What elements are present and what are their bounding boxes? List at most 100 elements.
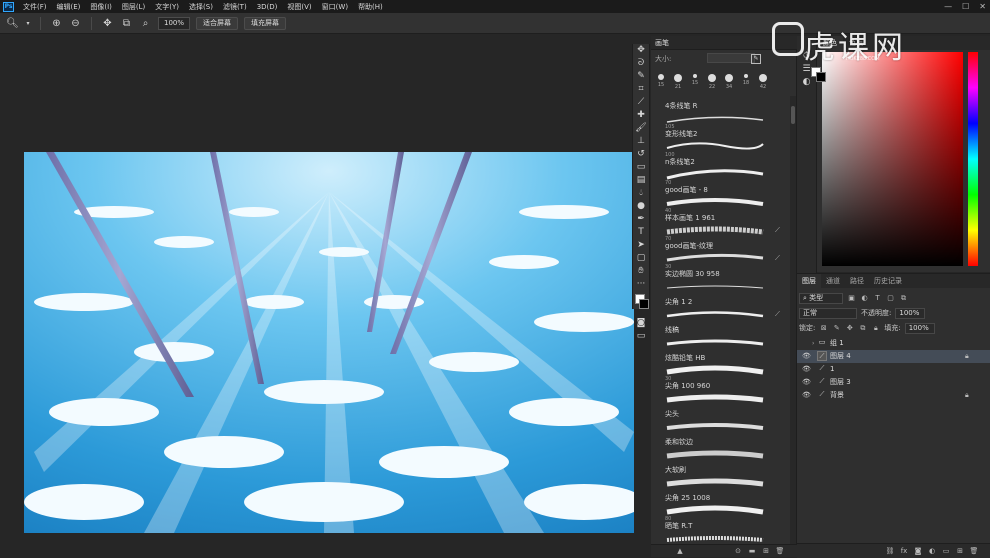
type-tool-icon[interactable]: T [633, 226, 649, 239]
lock-pixels-icon[interactable]: ✎ [832, 324, 841, 333]
more-tools-icon[interactable]: ··· [633, 278, 649, 291]
screen-mode-icon[interactable]: ▭ [633, 330, 649, 343]
color-picker-field[interactable] [811, 52, 963, 266]
zoom-value-field[interactable]: 100% [158, 16, 190, 30]
color-swatches[interactable] [633, 291, 649, 317]
brush-item[interactable]: 80 晒笔 R.T [651, 516, 789, 544]
recent-brush[interactable]: 15 [653, 74, 669, 96]
adjustment-layer-icon[interactable]: ◐ [927, 546, 937, 556]
layer-row[interactable]: 👁︎ ⟋ 图层 3 [797, 376, 990, 389]
zoom-out-icon[interactable]: ⊖ [69, 17, 82, 30]
dodge-tool-icon[interactable]: ● [633, 200, 649, 213]
eyedropper-tool-icon[interactable]: ⟋ [633, 96, 649, 109]
tab-color[interactable]: 颜色 [817, 36, 843, 50]
lock-all-icon[interactable]: 🔒︎ [871, 324, 880, 333]
brush-list-scrollbar[interactable] [790, 96, 796, 544]
filter-adjustment-icon[interactable]: ◐ [860, 294, 869, 303]
layer-row[interactable]: › ▭ 组 1 [797, 337, 990, 350]
fit-screen-button[interactable]: 适合屏幕 [196, 16, 238, 30]
blend-mode-select[interactable]: 正常 [799, 307, 857, 319]
hand-tool-icon[interactable]: ✋︎ [633, 265, 649, 278]
opacity-field[interactable]: 100% [895, 307, 926, 319]
lasso-tool-icon[interactable]: ᘐ [633, 57, 649, 70]
delete-layer-icon[interactable]: 🗑︎ [969, 546, 979, 556]
document-canvas[interactable] [24, 152, 634, 533]
eye-icon[interactable]: 👁︎ [802, 391, 811, 400]
menu-file[interactable]: 文件(F) [18, 2, 52, 12]
background-color-swatch[interactable] [816, 72, 826, 82]
menu-help[interactable]: 帮助(H) [353, 2, 388, 12]
filter-type-icon[interactable]: T [873, 294, 882, 303]
layer-row[interactable]: 👁︎ ⟋ 图层 4 🔒︎ [797, 350, 990, 363]
healing-brush-tool-icon[interactable]: ✚ [633, 109, 649, 122]
chevron-down-icon[interactable]: ▾ [25, 17, 31, 30]
eye-icon[interactable]: 👁︎ [802, 378, 811, 387]
fill-field[interactable]: 100% [904, 322, 935, 334]
filter-smart-object-icon[interactable]: ⧉ [899, 294, 908, 303]
minimize-icon[interactable]: — [944, 2, 952, 11]
recent-brush[interactable]: 15 [687, 74, 703, 96]
quick-mask-icon[interactable]: ◙ [633, 317, 649, 330]
tab-channels[interactable]: 通道 [821, 274, 845, 288]
menu-filter[interactable]: 滤镜(T) [218, 2, 252, 12]
new-group-icon[interactable]: ▭ [941, 546, 951, 556]
layer-row[interactable]: 👁︎ ⟋ 1 [797, 363, 990, 376]
toggle-preview-icon[interactable]: ⊙ [733, 546, 743, 556]
lock-position-icon[interactable]: ✥ [845, 324, 854, 333]
recent-brush[interactable]: 42 [755, 74, 771, 96]
new-group-icon[interactable]: ▬ [747, 546, 757, 556]
zoom-all-windows-icon[interactable]: ⧉ [120, 17, 133, 30]
menu-type[interactable]: 文字(Y) [150, 2, 184, 12]
gradient-tool-icon[interactable]: ▤ [633, 174, 649, 187]
tab-history[interactable]: 历史记录 [869, 274, 907, 288]
scrubby-zoom-icon[interactable]: ⌕ [139, 17, 152, 30]
move-tool-icon[interactable]: ✥ [633, 44, 649, 57]
brush-size-slider[interactable] [707, 53, 755, 63]
layer-style-icon[interactable]: fx [899, 546, 909, 556]
recent-brush[interactable]: 22 [704, 74, 720, 96]
scrollbar-thumb[interactable] [791, 106, 795, 124]
zoom-in-icon[interactable]: ⊕ [50, 17, 63, 30]
resize-windows-icon[interactable]: ✥ [101, 17, 114, 30]
brush-list[interactable]: 4条线笔 R 105 变形线笔2 100 n条线笔2 70 good画笔 - 8… [651, 96, 789, 544]
menu-select[interactable]: 选择(S) [184, 2, 218, 12]
recent-brush[interactable]: 18 [738, 74, 754, 96]
layer-row[interactable]: 👁︎ ⟋ 背景 🔒︎ [797, 389, 990, 402]
clone-stamp-tool-icon[interactable]: ⊥ [633, 135, 649, 148]
new-layer-icon[interactable]: ⊞ [955, 546, 965, 556]
new-brush-icon[interactable]: ✎ [751, 54, 761, 64]
pen-tool-icon[interactable]: ✒ [633, 213, 649, 226]
tab-swatches[interactable]: 色板 [843, 36, 869, 50]
size-small-icon[interactable]: ▲ [675, 546, 685, 556]
quick-select-tool-icon[interactable]: ✎ [633, 70, 649, 83]
close-icon[interactable]: ✕ [979, 2, 986, 11]
rectangle-tool-icon[interactable]: ▢ [633, 252, 649, 265]
crop-tool-icon[interactable]: ⌗ [633, 83, 649, 96]
brush-tool-icon[interactable]: 🖌︎ [633, 122, 649, 135]
recent-brush[interactable]: 34 [721, 74, 737, 96]
tab-paths[interactable]: 路径 [845, 274, 869, 288]
layer-filter-select[interactable]: ⌕ 类型 [799, 292, 843, 304]
zoom-tool-icon[interactable]: 🔍︎ [6, 17, 19, 30]
lock-artboard-icon[interactable]: ⧉ [858, 324, 867, 333]
tab-layers[interactable]: 图层 [797, 274, 821, 288]
menu-view[interactable]: 视图(V) [282, 2, 316, 12]
delete-brush-icon[interactable]: 🗑︎ [775, 546, 785, 556]
menu-window[interactable]: 窗口(W) [317, 2, 353, 12]
background-color-swatch[interactable] [639, 299, 649, 309]
recent-brush[interactable]: 21 [670, 74, 686, 96]
filter-shape-icon[interactable]: ▢ [886, 294, 895, 303]
history-brush-tool-icon[interactable]: ↺ [633, 148, 649, 161]
menu-edit[interactable]: 编辑(E) [52, 2, 86, 12]
lock-transparent-icon[interactable]: ⊠ [819, 324, 828, 333]
path-selection-tool-icon[interactable]: ➤ [633, 239, 649, 252]
eraser-tool-icon[interactable]: ▭ [633, 161, 649, 174]
adjustments-panel-icon[interactable]: ◐ [799, 76, 815, 89]
menu-3d[interactable]: 3D(D) [252, 3, 283, 11]
menu-layer[interactable]: 图层(L) [117, 2, 150, 12]
history-panel-icon[interactable]: ⏱ [799, 50, 815, 63]
visibility-toggle[interactable] [802, 339, 811, 348]
new-brush-button-icon[interactable]: ⊞ [761, 546, 771, 556]
menu-image[interactable]: 图像(I) [85, 2, 117, 12]
blur-tool-icon[interactable]: 💧︎ [633, 187, 649, 200]
